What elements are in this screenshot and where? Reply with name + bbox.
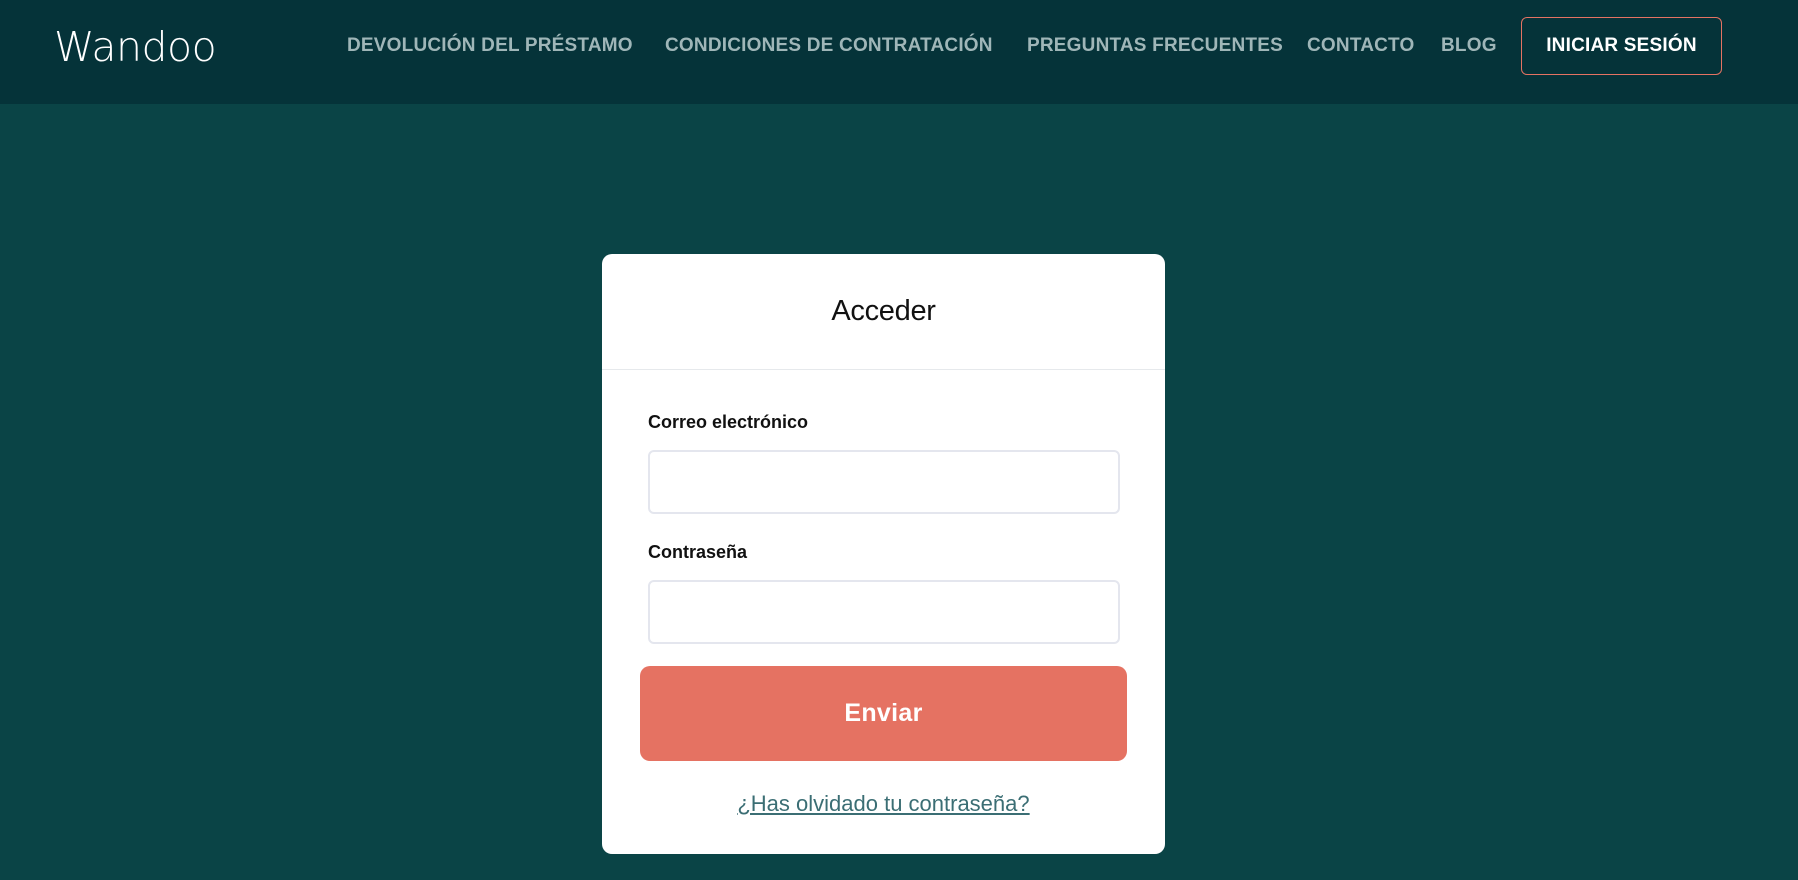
nav-item-preguntas[interactable]: PREGUNTAS FRECUENTES [1027,34,1283,58]
top-navigation-bar: Wandoo DEVOLUCIÓN DEL PRÉSTAMO CONDICION… [0,0,1798,104]
iniciar-sesion-button[interactable]: INICIAR SESIÓN [1521,17,1722,75]
login-card: Acceder Correo electrónico Contraseña En… [602,254,1165,854]
email-field[interactable] [648,450,1120,514]
submit-button[interactable]: Enviar [640,666,1127,761]
password-label: Contraseña [648,542,748,562]
nav-item-blog[interactable]: BLOG [1441,34,1497,58]
nav-item-contacto[interactable]: CONTACTO [1307,34,1415,58]
wandoo-logo[interactable]: Wandoo [54,22,217,72]
login-card-header: Acceder [602,254,1165,370]
password-field[interactable] [648,580,1120,644]
login-title: Acceder [831,295,936,327]
email-label: Correo electrónico [648,412,809,432]
nav-item-condiciones[interactable]: CONDICIONES DE CONTRATACIÓN [665,34,993,58]
nav-item-devolucion[interactable]: DEVOLUCIÓN DEL PRÉSTAMO [347,34,633,58]
forgot-password-link[interactable]: ¿Has olvidado tu contraseña? [602,791,1165,817]
